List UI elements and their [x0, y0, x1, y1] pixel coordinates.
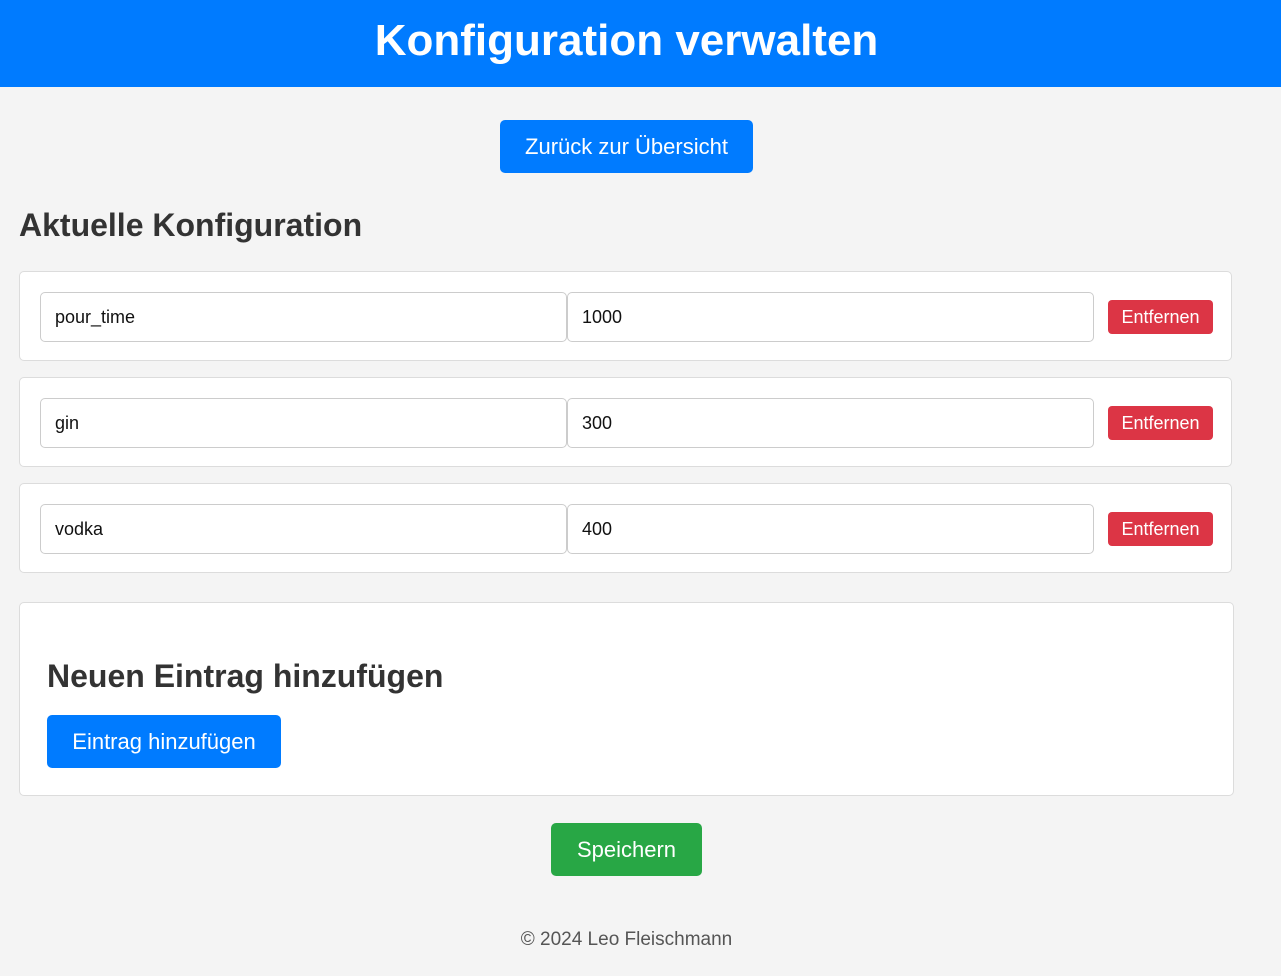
config-entry-row: Entfernen [19, 377, 1232, 467]
add-entry-card: Neuen Eintrag hinzufügen Eintrag hinzufü… [19, 602, 1234, 796]
config-value-input[interactable] [567, 398, 1094, 448]
config-key-input[interactable] [40, 398, 567, 448]
add-entry-button[interactable]: Eintrag hinzufügen [47, 715, 281, 768]
current-config-heading: Aktuelle Konfiguration [19, 207, 363, 243]
remove-entry-button[interactable]: Entfernen [1108, 406, 1213, 440]
config-value-input[interactable] [567, 292, 1094, 342]
back-to-overview-button[interactable]: Zurück zur Übersicht [500, 120, 753, 173]
config-key-input[interactable] [40, 504, 567, 554]
footer-copyright: © 2024 Leo Fleischmann [520, 929, 733, 950]
add-entry-heading: Neuen Eintrag hinzufügen [47, 658, 444, 694]
save-button[interactable]: Speichern [551, 823, 702, 876]
config-key-input[interactable] [40, 292, 567, 342]
config-entry-row: Entfernen [19, 271, 1232, 361]
remove-entry-button[interactable]: Entfernen [1108, 512, 1213, 546]
page-title: Konfiguration verwalten [374, 15, 879, 65]
remove-entry-button[interactable]: Entfernen [1108, 300, 1213, 334]
page-header: Konfiguration verwalten [0, 0, 1281, 87]
config-entry-row: Entfernen [19, 483, 1232, 573]
config-value-input[interactable] [567, 504, 1094, 554]
